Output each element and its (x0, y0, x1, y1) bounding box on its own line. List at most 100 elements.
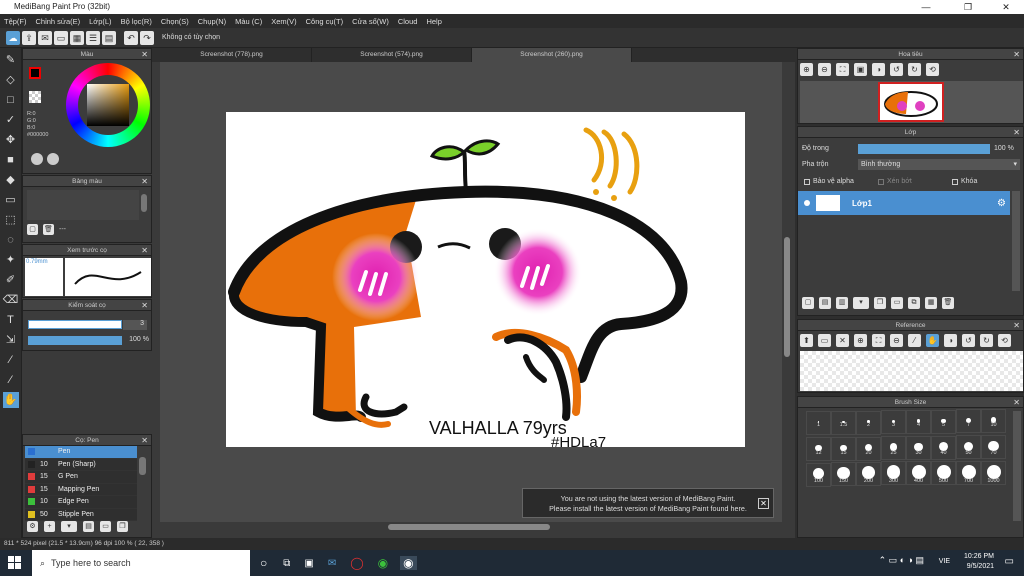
horizontal-scrollbar[interactable] (160, 522, 782, 532)
vertical-scrollbar[interactable] (782, 62, 792, 522)
panel-icon[interactable]: ▤ (102, 30, 116, 45)
add-brush-icon[interactable]: + (44, 521, 55, 532)
foreground-color-swatch[interactable] (29, 67, 41, 79)
undo-icon[interactable]: ↶ (124, 30, 138, 45)
brush-size-option[interactable]: 2 (856, 410, 881, 435)
menu-tools[interactable]: Công cụ(T) (306, 17, 344, 26)
close-ref-icon[interactable]: ✕ (836, 334, 849, 347)
brush-size-option[interactable]: 3 (881, 410, 906, 435)
zoom-in-icon[interactable]: ⊕ (854, 334, 867, 347)
brush-item[interactable]: 15 Mapping Pen (25, 483, 137, 496)
layer-menu-icon[interactable]: ▾ (853, 297, 869, 309)
menu-cloud[interactable]: Cloud (398, 17, 418, 26)
rotate-right-icon[interactable]: ↻ (980, 334, 993, 347)
color-mode2-icon[interactable] (47, 153, 59, 165)
menu-view[interactable]: Xem(V) (271, 17, 296, 26)
lasso-tool-icon[interactable]: ◌ (3, 232, 19, 248)
rotate-left-icon[interactable]: ↺ (962, 334, 975, 347)
brush-settings-icon[interactable]: ⚙ (27, 521, 38, 532)
select-pen2-icon[interactable]: ✐ (3, 272, 19, 288)
cloud-icon[interactable]: ☁ (6, 30, 20, 45)
maximize-button[interactable]: ❐ (954, 0, 982, 14)
menu-select[interactable]: Chọn(S) (161, 17, 189, 26)
brush-size-option[interactable]: 50 (956, 435, 981, 460)
eye-icon[interactable] (804, 200, 810, 206)
notification-icon[interactable]: ▭ (1005, 556, 1014, 567)
tray-icons[interactable]: ⌃ ▭ ◐ ◑ ▤ (879, 555, 924, 565)
palette-more[interactable]: --- (59, 226, 66, 233)
eraser-tool-icon[interactable]: ◇ (3, 72, 19, 88)
brush-item[interactable]: 10 Edge Pen (25, 496, 137, 509)
brush-item[interactable]: Pen (25, 446, 137, 459)
protect-alpha-checkbox[interactable] (804, 178, 810, 185)
brush-size-option[interactable]: 70 (981, 435, 1006, 460)
brush-list-scrollbar[interactable] (139, 457, 146, 475)
brush-size-value[interactable]: 3 (123, 320, 147, 330)
hand-icon[interactable]: ✋ (926, 334, 939, 347)
layer-scrollbar[interactable] (1012, 191, 1020, 291)
brush-size-option[interactable]: 1.5 (831, 410, 856, 435)
close-icon[interactable]: ✕ (1013, 320, 1020, 331)
brush-opacity-slider[interactable] (28, 336, 122, 345)
brush-size-option[interactable]: 1000 (981, 461, 1006, 486)
brush-size-option[interactable]: 300 (881, 461, 906, 486)
medibang-taskbar-icon[interactable]: ◉ (400, 556, 417, 570)
flip-icon[interactable]: ◑ (872, 63, 885, 76)
gear-icon[interactable]: ⚙ (997, 198, 1006, 209)
upload-icon[interactable]: ⬆ (800, 334, 813, 347)
brush-file-icon[interactable]: ▤ (83, 521, 94, 532)
brush-size-option[interactable]: 12 (806, 437, 831, 462)
pen-tool-icon[interactable]: ⁄ (3, 372, 19, 388)
close-icon[interactable]: ✕ (141, 245, 148, 256)
brush-item[interactable]: 50 Stipple Pen (25, 508, 137, 521)
brush-size-option[interactable]: 150 (831, 462, 856, 487)
brush-size-option[interactable]: 500 (931, 461, 956, 486)
comment-icon[interactable]: ▭ (54, 30, 68, 45)
zoom-out-icon[interactable]: ⊖ (890, 334, 903, 347)
chrome-icon[interactable]: ◉ (378, 556, 388, 570)
merge-icon[interactable]: ⧉ (908, 297, 920, 309)
layer-opacity-slider[interactable] (858, 144, 990, 154)
tab-document[interactable]: Screenshot (778).png (152, 48, 312, 62)
lock-checkbox[interactable] (952, 178, 958, 185)
brush-item[interactable]: 15 G Pen (25, 471, 137, 484)
clipping-checkbox[interactable] (878, 178, 884, 185)
gradient-tool-icon[interactable]: ▭ (3, 192, 19, 208)
select-pen-icon[interactable]: ✓ (3, 112, 19, 128)
transparent-swatch[interactable] (29, 91, 41, 103)
close-notification-icon[interactable]: ✕ (758, 498, 769, 509)
brush-size-option[interactable]: 30 (906, 436, 931, 461)
menu-edit[interactable]: Chỉnh sửa(E) (36, 17, 81, 26)
brush-size-option[interactable]: 100 (806, 462, 831, 487)
windows-start-icon[interactable] (8, 556, 22, 570)
chat-icon[interactable]: ✉ (38, 30, 52, 45)
brush-size-option[interactable]: 1 (806, 411, 831, 436)
magic-wand-icon[interactable]: ✦ (3, 252, 19, 268)
mail-icon[interactable]: ✉ (328, 558, 336, 569)
tab-document[interactable]: Screenshot (574).png (312, 48, 472, 62)
duplicate-icon[interactable]: ▦ (925, 297, 937, 309)
task-view-icon[interactable]: ⧉ (283, 558, 290, 569)
new-file-icon[interactable]: ⇪ (22, 30, 36, 45)
layer-row[interactable]: Lớp1 ⚙ (798, 191, 1010, 215)
reset-icon[interactable]: ⟲ (998, 334, 1011, 347)
cortana-icon[interactable]: ○ (260, 556, 267, 570)
brush-size-option[interactable]: 200 (856, 461, 881, 486)
brush-size-option[interactable]: 25 (881, 436, 906, 461)
menu-help[interactable]: Help (426, 17, 441, 26)
new-layer3-icon[interactable]: ▥ (836, 297, 848, 309)
fit-icon[interactable]: ⛶ (836, 63, 849, 76)
brush-tool-icon[interactable]: ✎ (3, 52, 19, 68)
update-notification[interactable]: You are not using the latest version of … (522, 488, 774, 518)
eyedropper-icon[interactable]: ⁄ (908, 334, 921, 347)
brush-size-option[interactable]: 700 (956, 461, 981, 486)
store-icon[interactable]: ▣ (304, 558, 313, 569)
brush-size-option[interactable]: 10 (981, 409, 1006, 433)
flip-icon[interactable]: ◑ (944, 334, 957, 347)
move-tool-icon[interactable]: ✥ (3, 132, 19, 148)
open-folder-icon[interactable]: ▭ (818, 334, 831, 347)
zoom-out-icon[interactable]: ⊖ (818, 63, 831, 76)
clock-time[interactable]: 10:26 PM (964, 552, 994, 562)
layer-copy-icon[interactable]: ❐ (874, 297, 886, 309)
minimize-button[interactable]: — (912, 0, 940, 14)
